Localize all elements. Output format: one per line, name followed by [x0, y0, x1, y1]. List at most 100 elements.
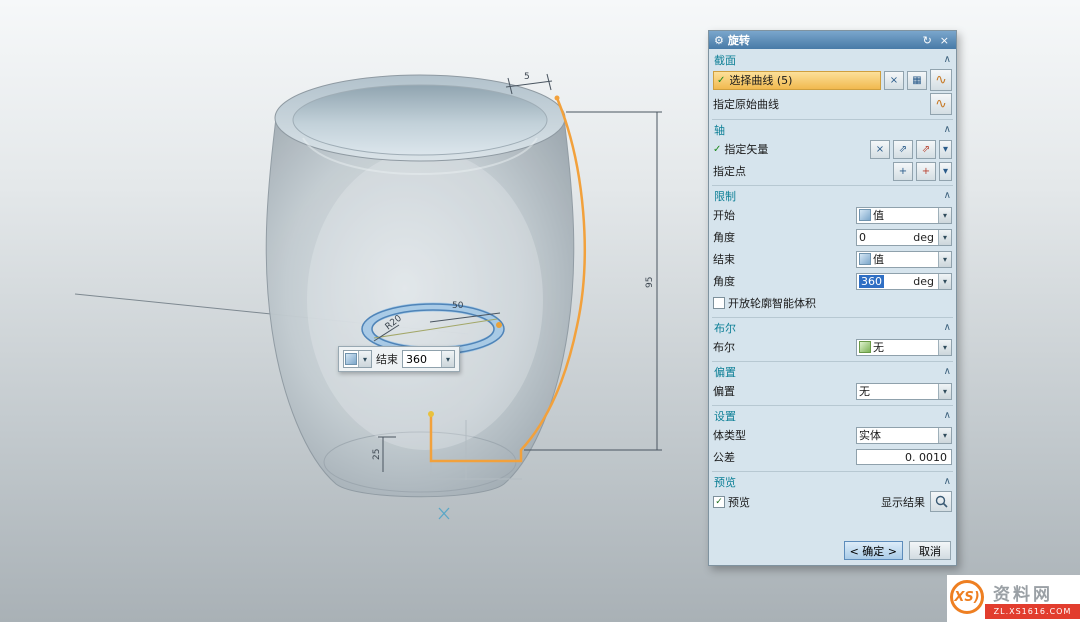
- offset-select[interactable]: 无 ▾: [856, 383, 952, 400]
- chevron-up-icon[interactable]: ∧: [944, 191, 951, 201]
- start-limit-row: 开始 值 ▾: [712, 204, 953, 226]
- preview-checkbox[interactable]: ✓: [713, 496, 725, 508]
- chevron-up-icon[interactable]: ∧: [944, 367, 951, 377]
- section-group-title: 截面: [714, 52, 944, 68]
- chevron-up-icon[interactable]: ∧: [944, 125, 951, 135]
- chevron-down-icon[interactable]: ▾: [939, 162, 952, 181]
- preview-group-title: 预览: [714, 474, 944, 490]
- watermark-site-url: ZL.XS1616.COM: [985, 604, 1080, 619]
- dim-top-offset: 5: [524, 72, 530, 82]
- limit-option-select[interactable]: ▾: [343, 350, 372, 368]
- dim-diameter: 50: [452, 301, 464, 311]
- tolerance-row: 公差 0. 0010: [712, 446, 953, 468]
- end-label: 结束: [376, 351, 398, 367]
- chevron-down-icon[interactable]: ▾: [938, 274, 951, 289]
- origin-curve-label: 指定原始曲线: [713, 96, 927, 112]
- origin-curve-icon[interactable]: ∿: [930, 93, 952, 115]
- section-group: 截面 ∧ ✓ 选择曲线 (5) × ▦ ∿ 指定原始曲线 ∿: [712, 50, 953, 120]
- open-profile-row: 开放轮廓智能体积: [712, 292, 953, 314]
- start-limit-select[interactable]: 值 ▾: [856, 207, 952, 224]
- body-type-select[interactable]: 实体 ▾: [856, 427, 952, 444]
- close-button[interactable]: ×: [938, 34, 951, 47]
- start-angle-input[interactable]: 0 deg ▾: [856, 229, 952, 246]
- boolean-none-icon: [859, 341, 871, 353]
- point-inferred-icon[interactable]: +: [916, 162, 936, 181]
- selection-intent-icon[interactable]: ▦: [907, 71, 927, 90]
- reset-button[interactable]: ↻: [921, 34, 934, 47]
- ok-button[interactable]: < 确定 >: [844, 541, 903, 560]
- specify-point-row: 指定点 + + ▾: [712, 160, 953, 182]
- end-label: 结束: [713, 251, 853, 267]
- chevron-down-icon[interactable]: ▾: [358, 351, 371, 367]
- chevron-up-icon[interactable]: ∧: [944, 55, 951, 65]
- end-angle-row: 角度 360 deg ▾: [712, 270, 953, 292]
- show-result-button[interactable]: [930, 491, 952, 512]
- check-icon: ✓: [717, 75, 725, 86]
- offset-value: 无: [859, 383, 936, 399]
- dim-bottom: 25: [372, 449, 382, 460]
- chevron-up-icon[interactable]: ∧: [944, 323, 951, 333]
- vector-reverse-icon[interactable]: ⇗: [916, 140, 936, 159]
- end-angle-value[interactable]: 360: [403, 353, 441, 366]
- curve-rule-icon[interactable]: ∿: [930, 69, 952, 91]
- onscreen-limit-toolbar[interactable]: ▾ 结束 360 ▾: [338, 346, 460, 372]
- value-option-icon: [345, 353, 357, 365]
- select-curve-row: ✓ 选择曲线 (5) × ▦ ∿: [712, 68, 953, 92]
- end-angle-unit: deg: [913, 275, 936, 288]
- boolean-group-header[interactable]: 布尔 ∧: [712, 319, 953, 336]
- gear-icon: ⚙: [714, 34, 724, 47]
- chevron-down-icon[interactable]: ▾: [939, 140, 952, 159]
- point-dialog-icon[interactable]: +: [893, 162, 913, 181]
- chevron-down-icon[interactable]: ▾: [441, 351, 454, 367]
- body-type-row: 体类型 实体 ▾: [712, 424, 953, 446]
- open-profile-checkbox[interactable]: [713, 297, 725, 309]
- value-option-icon: [859, 253, 871, 265]
- chevron-down-icon[interactable]: ▾: [938, 252, 951, 267]
- body-type-label: 体类型: [713, 427, 853, 443]
- x-axis-marker: [439, 508, 449, 519]
- boolean-group-title: 布尔: [714, 320, 944, 336]
- specify-vector-row: ✓ 指定矢量 × ⇗ ⇗ ▾: [712, 138, 953, 160]
- dim-height: 95: [645, 277, 655, 288]
- chevron-down-icon[interactable]: ▾: [938, 208, 951, 223]
- boolean-label: 布尔: [713, 339, 853, 355]
- tolerance-input[interactable]: 0. 0010: [856, 449, 952, 465]
- select-curve-field[interactable]: ✓ 选择曲线 (5): [713, 71, 881, 90]
- chevron-up-icon[interactable]: ∧: [944, 477, 951, 487]
- chevron-down-icon[interactable]: ▾: [938, 230, 951, 245]
- offset-group-header[interactable]: 偏置 ∧: [712, 363, 953, 380]
- limits-group: 限制 ∧ 开始 值 ▾ 角度 0 deg ▾: [712, 186, 953, 318]
- chevron-down-icon[interactable]: ▾: [938, 384, 951, 399]
- section-group-header[interactable]: 截面 ∧: [712, 51, 953, 68]
- vector-inferred-icon[interactable]: ⇗: [893, 140, 913, 159]
- vector-dialog-icon[interactable]: ×: [870, 140, 890, 159]
- offset-group: 偏置 ∧ 偏置 无 ▾: [712, 362, 953, 406]
- cancel-button[interactable]: 取消: [909, 541, 951, 560]
- offset-row: 偏置 无 ▾: [712, 380, 953, 402]
- show-result-label: 显示结果: [881, 494, 925, 510]
- end-limit-select[interactable]: 值 ▾: [856, 251, 952, 268]
- chevron-down-icon[interactable]: ▾: [938, 428, 951, 443]
- axis-group-header[interactable]: 轴 ∧: [712, 121, 953, 138]
- end-angle-input[interactable]: 360 deg ▾: [856, 273, 952, 290]
- boolean-group: 布尔 ∧ 布尔 无 ▾: [712, 318, 953, 362]
- value-option-icon: [859, 209, 871, 221]
- boolean-row: 布尔 无 ▾: [712, 336, 953, 358]
- boolean-select[interactable]: 无 ▾: [856, 339, 952, 356]
- chevron-down-icon[interactable]: ▾: [938, 340, 951, 355]
- start-angle-row: 角度 0 deg ▾: [712, 226, 953, 248]
- start-limit-value: 值: [873, 207, 936, 223]
- start-angle-value[interactable]: 0: [859, 231, 911, 244]
- chevron-up-icon[interactable]: ∧: [944, 411, 951, 421]
- start-angle-unit: deg: [913, 231, 936, 244]
- preview-group-header[interactable]: 预览 ∧: [712, 473, 953, 490]
- origin-curve-row: 指定原始曲线 ∿: [712, 92, 953, 116]
- settings-group-header[interactable]: 设置 ∧: [712, 407, 953, 424]
- end-angle-input[interactable]: 360 ▾: [402, 350, 455, 368]
- check-icon: ✓: [713, 144, 721, 155]
- dialog-titlebar[interactable]: ⚙ 旋转 ↻ ×: [709, 31, 956, 49]
- limits-group-header[interactable]: 限制 ∧: [712, 187, 953, 204]
- body-type-value: 实体: [859, 427, 936, 443]
- end-angle-value[interactable]: 360: [859, 275, 884, 288]
- deselect-all-icon[interactable]: ×: [884, 71, 904, 90]
